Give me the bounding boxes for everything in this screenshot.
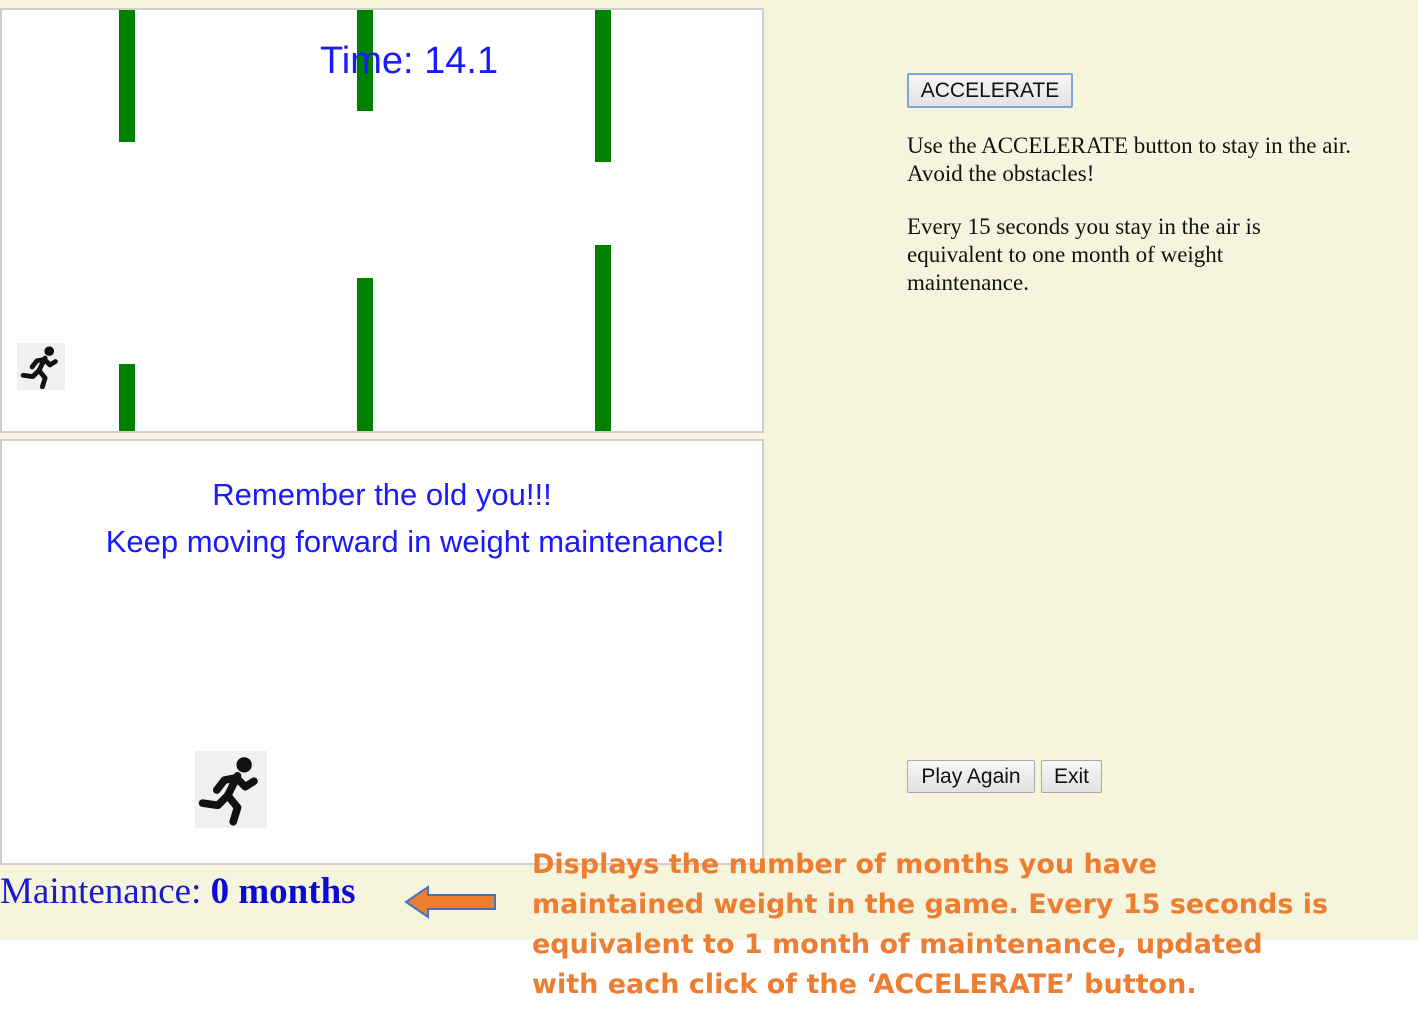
instructions-paragraph-1: Use the ACCELERATE button to stay in the… (907, 133, 1351, 186)
runner-image (195, 751, 267, 828)
obstacle-bottom (119, 364, 135, 431)
maintenance-label: Maintenance: (0, 871, 202, 912)
left-arrow-icon (404, 885, 496, 919)
player-sprite (17, 343, 65, 390)
message-line-2: Keep moving forward in weight maintenanc… (105, 524, 725, 559)
maintenance-value: 0 months (210, 871, 356, 912)
game-canvas[interactable]: Time: 14.1 (0, 8, 764, 433)
message-line-1: Remember the old you!!! (212, 477, 552, 512)
timer-value: 14.1 (424, 40, 499, 82)
runner-icon (198, 756, 258, 826)
exit-button[interactable]: Exit (1041, 760, 1102, 793)
accelerate-button[interactable]: ACCELERATE (907, 73, 1073, 108)
annotation-note: Displays the number of months you have m… (532, 849, 1329, 1000)
runner-icon (20, 345, 58, 389)
message-canvas: Remember the old you!!! Keep moving forw… (0, 439, 764, 865)
obstacle-top (119, 10, 135, 142)
play-again-button[interactable]: Play Again (907, 760, 1035, 793)
obstacle-top (595, 10, 611, 162)
instructions-paragraph-2: Every 15 seconds you stay in the air is … (907, 214, 1261, 295)
obstacle-bottom (595, 245, 611, 431)
obstacle-bottom (357, 278, 373, 431)
timer-display: Time: 14.1 (320, 40, 498, 83)
maintenance-counter: Maintenance: 0 months (0, 870, 356, 913)
timer-label: Time: (320, 40, 414, 82)
